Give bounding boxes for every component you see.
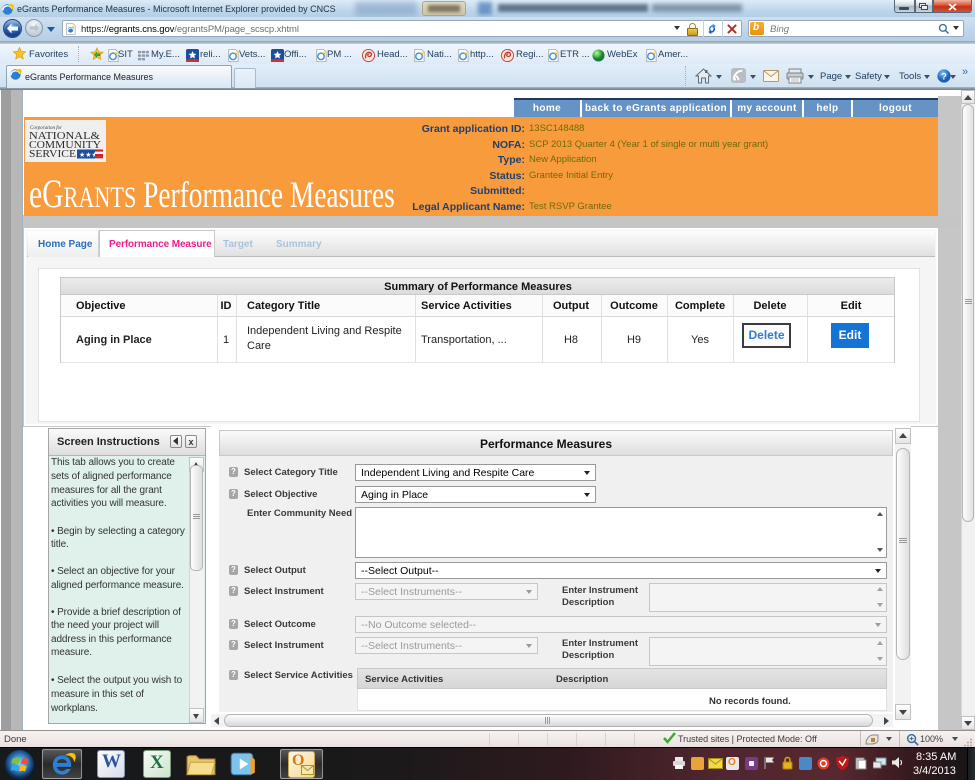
svg-text:SERVICE: SERVICE xyxy=(29,149,76,160)
svg-text:?: ? xyxy=(941,72,947,83)
